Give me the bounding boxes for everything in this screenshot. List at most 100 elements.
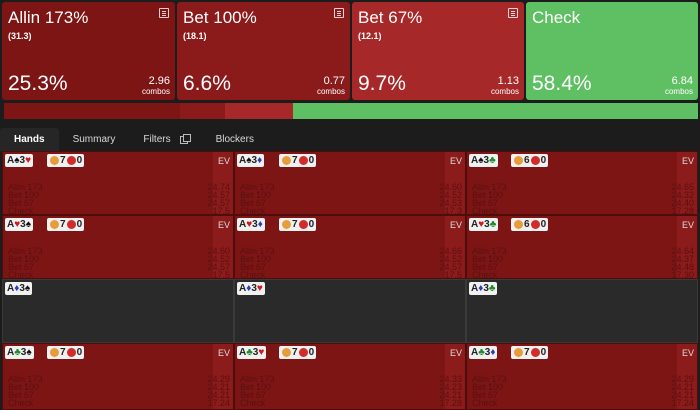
action-ev-row: Bet 67 24.57 [8, 199, 230, 208]
hand-cell[interactable]: EV A ♠ 3 ♣ 6 0 Allin 173 24.65 Bet 100 24.32 Bet 67… [466, 151, 698, 215]
suit-icon: ♦ [257, 155, 263, 166]
action-ev-row: Check 17.30 [472, 271, 694, 279]
action-ev-row: Bet 100 24.21 [472, 383, 694, 392]
blocker-badges: 70 [47, 218, 85, 231]
ev-label: EV [681, 220, 694, 230]
action-size: (31.3) [8, 31, 32, 41]
red-badge-icon [530, 220, 540, 229]
card-rank: A [7, 155, 15, 166]
action-frequency: 25.3% [8, 72, 68, 95]
frequency-segment [292, 103, 698, 119]
action-ev-value: 17.3 [444, 206, 462, 215]
suit-icon: ♥ [256, 283, 263, 294]
red-badge-icon [298, 220, 308, 229]
orange-badge-icon [282, 156, 291, 165]
action-ev-value: 17.5 [444, 270, 462, 279]
action-ev-label: Check [472, 270, 498, 279]
badge-count: 7 [524, 347, 530, 358]
badge-count: 0 [308, 347, 315, 358]
action-ev-value: 17.24 [671, 398, 694, 408]
copy-icon[interactable] [179, 133, 191, 144]
action-frequency: 58.4% [532, 72, 592, 95]
action-ev-row: Check 17.5 [8, 207, 230, 215]
action-ev-label: Check [8, 398, 34, 408]
hand-label: A ♠ 3 ♣ [469, 154, 498, 167]
list-icon[interactable] [334, 8, 344, 18]
action-ev-value: 17.28 [439, 398, 462, 408]
action-tile[interactable]: Check 58.4% 6.84 combos [526, 2, 698, 100]
hand-cell[interactable]: EV A ♥ 3 ♣ 6 0 Allin 173 24.64 Bet 100 24.37 Bet 67… [466, 215, 698, 279]
action-ev-row: Allin 173 24.33 [240, 375, 462, 384]
hand-cell[interactable]: EV A ♣ 3 ♥ 7 0 Allin 173 24.33 Bet 100 24.23 Bet 67… [234, 343, 466, 410]
hand-label: A ♣ 3 ♠ [5, 346, 34, 359]
badge-count: 0 [76, 219, 83, 230]
suit-icon: ♦ [490, 347, 496, 358]
hand-label: A ♥ 3 ♣ [469, 218, 499, 231]
action-name: Bet 67% [358, 8, 423, 27]
suit-icon: ♥ [25, 155, 32, 166]
combos-count: 2.96 combos [142, 75, 170, 96]
action-ev-value: 17.28 [671, 206, 694, 215]
action-ev-row: Check 17.3 [240, 207, 462, 215]
action-ev-row: Allin 173 24.29 [8, 375, 230, 384]
action-ev-label: Check [240, 206, 266, 215]
red-badge-icon [298, 156, 308, 165]
list-icon[interactable] [159, 8, 169, 18]
action-ev-row: Bet 100 24.21 [8, 383, 230, 392]
tab-blockers[interactable]: Blockers [202, 128, 268, 151]
hand-cell[interactable]: EV A ♣ 3 ♠ 7 0 Allin 173 24.29 Bet 100 24.21 Bet 67… [2, 343, 234, 410]
action-ev-row: Bet 67 24.21 [472, 391, 694, 400]
action-ev-label: Check [8, 270, 34, 279]
combos-label: combos [490, 87, 519, 96]
action-name: Check [532, 8, 581, 27]
action-ev-row: Bet 100 24.23 [240, 383, 462, 392]
ev-label: EV [449, 220, 462, 230]
card-rank: A [471, 283, 479, 294]
hand-cell[interactable]: A ♦ 3 ♣ [466, 279, 698, 343]
card-rank: A [471, 155, 479, 166]
frequency-segment [225, 103, 293, 119]
suit-icon: ♦ [257, 219, 263, 230]
tab-filters[interactable]: Filters [129, 128, 201, 151]
action-tile[interactable]: Allin 173% (31.3) 25.3% 2.96 combos [2, 2, 175, 100]
suit-icon: ♠ [26, 347, 32, 358]
action-ev-value: 17.24 [207, 398, 230, 408]
badge-count: 0 [308, 155, 315, 166]
action-ev-row: Check 17.28 [240, 398, 462, 408]
combos-value: 0.77 [323, 75, 345, 87]
red-badge-icon [66, 348, 76, 357]
action-ev-row: Allin 173 24.66 [240, 247, 462, 256]
action-tile[interactable]: Bet 100% (18.1) 6.6% 0.77 combos [177, 2, 350, 100]
hand-cell[interactable]: A ♦ 3 ♥ [234, 279, 466, 343]
card-rank: A [7, 219, 15, 230]
hand-cell[interactable]: EV A ♥ 3 ♠ 7 0 Allin 173 24.60 Bet 100 24.52 Bet 67… [2, 215, 234, 279]
blocker-badges: 60 [511, 218, 549, 231]
hand-label: A ♠ 3 ♥ [5, 154, 34, 167]
card-rank: A [239, 155, 247, 166]
hand-cell[interactable]: EV A ♠ 3 ♥ 7 0 Allin 173 24.74 Bet 100 24.57 Bet 67… [2, 151, 234, 215]
solver-window: Allin 173% (31.3) 25.3% 2.96 combos Bet 100%(… [0, 0, 700, 410]
suit-icon: ♠ [24, 283, 31, 294]
action-ev-label: Check [8, 206, 34, 215]
action-ev-row: Bet 100 24.52 [240, 255, 462, 264]
orange-badge-icon [514, 220, 523, 229]
orange-badge-icon [50, 348, 59, 357]
action-ev-value: 17.5 [212, 270, 230, 279]
action-ev-row: Allin 173 24.60 [8, 247, 230, 256]
tab-hands[interactable]: Hands [0, 128, 59, 151]
list-icon[interactable] [508, 8, 518, 18]
hand-cell[interactable]: EV A ♠ 3 ♦ 7 0 Allin 173 24.60 Bet 100 24.52 Bet 67… [234, 151, 466, 215]
hand-cell[interactable]: EV A ♥ 3 ♦ 7 0 Allin 173 24.66 Bet 100 24.52 Bet 67… [234, 215, 466, 279]
action-tile[interactable]: Bet 67% (12.1) 9.7% 1.13 combos [352, 2, 524, 100]
tab-summary[interactable]: Summary [59, 128, 130, 151]
hand-cell[interactable]: A ♦ 3 ♠ [2, 279, 234, 343]
hand-label: A ♥ 3 ♠ [5, 218, 34, 231]
card-rank: A [471, 219, 479, 230]
ev-label: EV [681, 348, 694, 358]
hand-cell[interactable]: EV A ♣ 3 ♦ 7 0 Allin 173 24.29 Bet 100 24.21 Bet 67… [466, 343, 698, 410]
action-ev-value: 17.5 [212, 206, 230, 215]
badge-count: 7 [60, 219, 66, 230]
hand-label: A ♣ 3 ♦ [469, 346, 498, 359]
frequency-segment [4, 103, 180, 119]
badge-count: 7 [292, 347, 298, 358]
